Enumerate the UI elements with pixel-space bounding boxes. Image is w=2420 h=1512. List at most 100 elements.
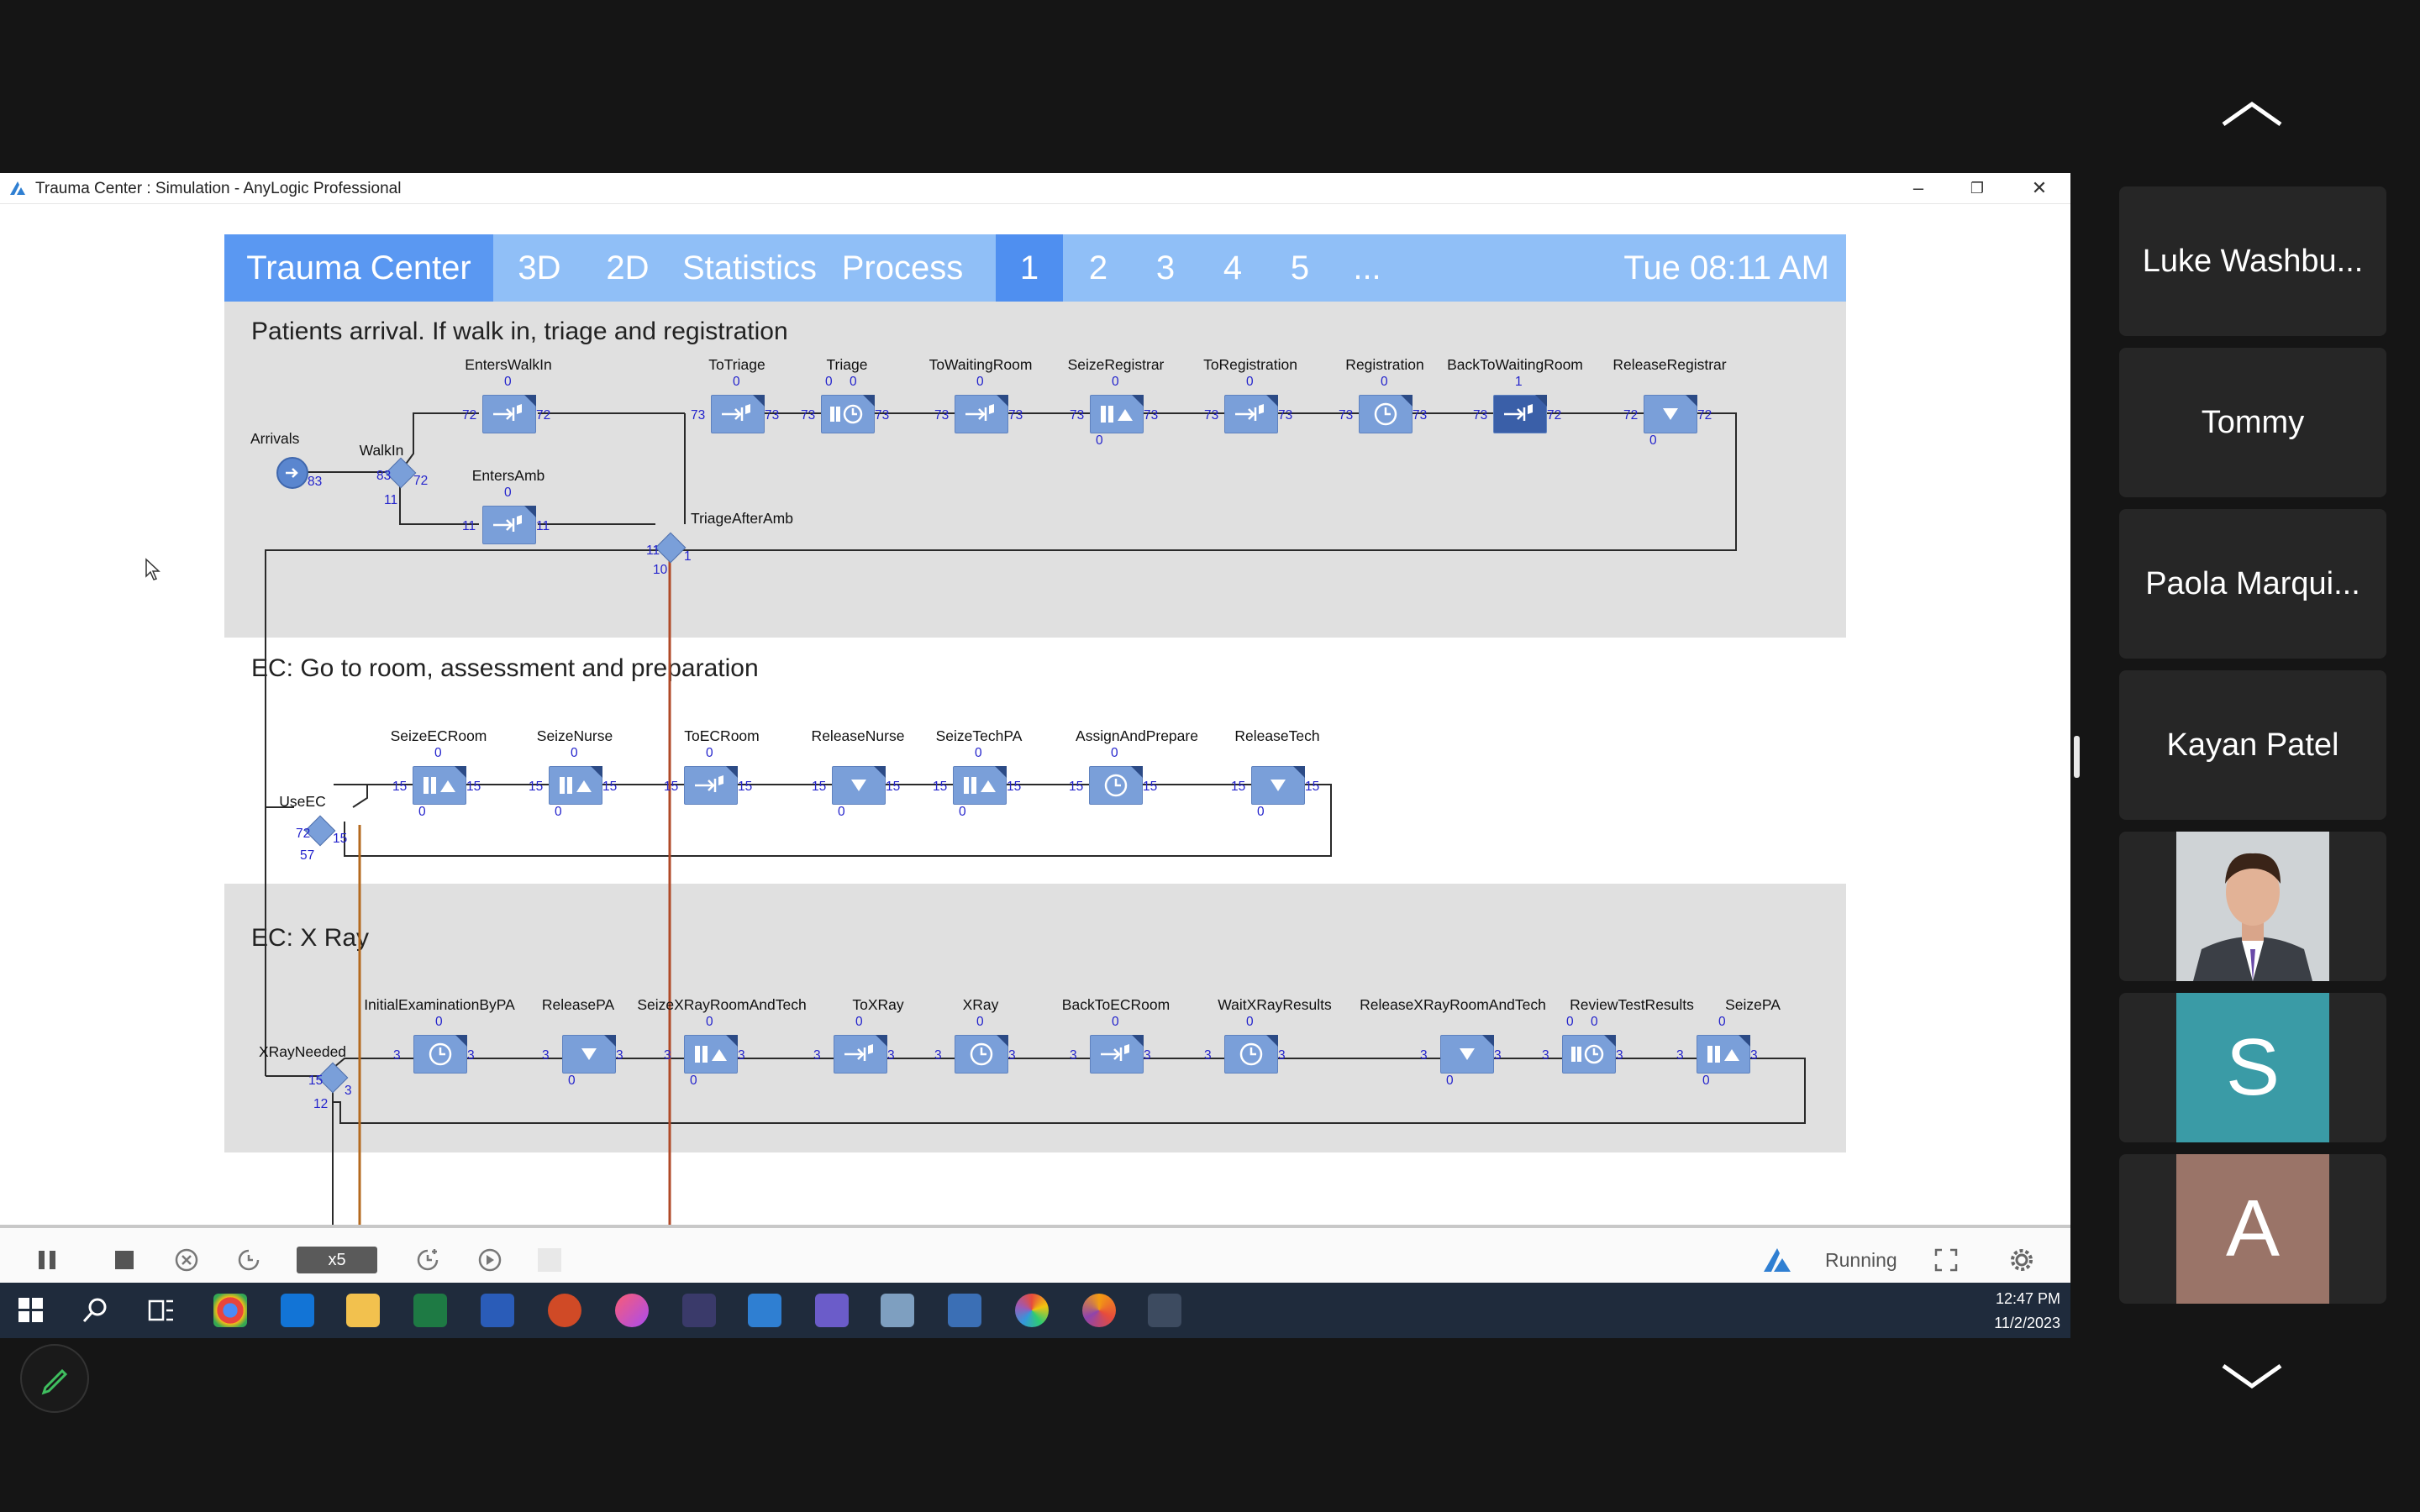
block-reviewtest[interactable] (1562, 1035, 1616, 1074)
block-label: ToXRay (852, 996, 904, 1013)
toggle-placeholder[interactable] (538, 1248, 561, 1272)
windows-start-icon[interactable] (18, 1298, 44, 1323)
block-count-in: 11 (646, 543, 660, 558)
participant-tile[interactable] (2119, 832, 2386, 981)
outlook-icon[interactable] (281, 1294, 314, 1327)
anylogic-taskbar-icon[interactable] (748, 1294, 781, 1327)
chrome-icon[interactable] (213, 1294, 247, 1327)
search-icon[interactable] (81, 1296, 109, 1325)
block-toecroom[interactable] (684, 766, 738, 805)
block-count: 0 (1096, 433, 1103, 448)
itunes-icon[interactable] (615, 1294, 649, 1327)
block-releasepa[interactable] (562, 1035, 616, 1074)
block-count-out: 72 (413, 474, 429, 488)
speed-up-icon[interactable] (414, 1247, 441, 1273)
block-arrivals[interactable] (276, 457, 308, 489)
block-seizeecroom[interactable] (413, 766, 466, 805)
block-count: 0 (733, 375, 740, 389)
block-releaseregistrar[interactable] (1644, 395, 1697, 433)
block-count-out: 3 (1144, 1048, 1151, 1063)
block-backtoecroom[interactable] (1090, 1035, 1144, 1074)
block-waitxray[interactable] (1224, 1035, 1278, 1074)
block-label: ToTriage (708, 356, 765, 373)
scroll-up-icon[interactable] (2218, 97, 2286, 131)
block-label: ToECRoom (684, 727, 760, 744)
block-releasetech[interactable] (1251, 766, 1305, 805)
block-count: 0 (959, 805, 966, 819)
selectoutput-triageafteramb[interactable] (655, 532, 687, 564)
pause-icon[interactable] (34, 1247, 60, 1273)
snipping-tool-icon[interactable] (682, 1294, 716, 1327)
block-toxray[interactable] (834, 1035, 887, 1074)
participant-tile[interactable]: A (2119, 1154, 2386, 1304)
block-count-in: 72 (462, 408, 477, 423)
block-count-in: 15 (664, 780, 679, 794)
block-assignandprepare[interactable] (1089, 766, 1143, 805)
fullscreen-icon[interactable] (1933, 1247, 1960, 1273)
block-totriage[interactable] (711, 395, 765, 433)
virtual-time-icon[interactable] (476, 1247, 503, 1273)
block-count-in: 73 (801, 408, 816, 423)
minimize-button[interactable]: – (1889, 173, 1948, 203)
block-enterswalkin[interactable] (482, 395, 536, 433)
block-seizetechpa[interactable] (953, 766, 1007, 805)
block-label: XRayNeeded (258, 1043, 347, 1060)
block-seizeregistrar[interactable] (1090, 395, 1144, 433)
block-label: SeizeNurse (536, 727, 613, 744)
block-backtowaitingroom[interactable] (1493, 395, 1547, 433)
calculator-icon[interactable] (948, 1294, 981, 1327)
simulation-controlbar: x5 Running (0, 1225, 2070, 1283)
participant-tile[interactable]: Luke Washbu... (2119, 186, 2386, 336)
participant-name: Paola Marqui... (2145, 566, 2360, 601)
simulation-canvas[interactable]: Trauma Center 3D 2D Statistics Process 1… (0, 203, 2070, 1225)
stop-icon[interactable] (111, 1247, 138, 1273)
block-count-out: 72 (536, 408, 551, 423)
block-seizepa[interactable] (1697, 1035, 1750, 1074)
run-step-icon[interactable] (235, 1247, 262, 1273)
word-icon[interactable] (481, 1294, 514, 1327)
block-releasexray[interactable] (1440, 1035, 1494, 1074)
participant-initial-avatar: A (2176, 1154, 2329, 1304)
powerpoint-icon[interactable] (548, 1294, 581, 1327)
speed-indicator[interactable]: x5 (297, 1247, 377, 1273)
block-count-out: 15 (333, 832, 348, 846)
close-button[interactable]: ✕ (2010, 173, 2069, 203)
participant-tile[interactable]: Kayan Patel (2119, 670, 2386, 820)
excel-icon[interactable] (413, 1294, 447, 1327)
participant-tile[interactable]: Paola Marqui... (2119, 509, 2386, 659)
notepad-icon[interactable] (881, 1294, 914, 1327)
block-count: 0 (706, 746, 713, 760)
task-view-icon[interactable] (148, 1298, 175, 1323)
block-count-out: 3 (1616, 1048, 1623, 1063)
participant-tile[interactable]: S (2119, 993, 2386, 1142)
block-label: ReleaseTech (1234, 727, 1320, 744)
block-seizexray[interactable] (684, 1035, 738, 1074)
block-initialexam[interactable] (413, 1035, 467, 1074)
block-count: 0 (1649, 433, 1657, 448)
block-releasenurse[interactable] (832, 766, 886, 805)
pinned-app-icon[interactable] (1082, 1294, 1116, 1327)
teams-icon[interactable] (815, 1294, 849, 1327)
block-count-out: 15 (1007, 780, 1022, 794)
participant-tile[interactable]: Tommy (2119, 348, 2386, 497)
block-label: AssignAndPrepare (1076, 727, 1198, 744)
block-registration[interactable] (1359, 395, 1413, 433)
settings-gear-icon[interactable] (2008, 1247, 2035, 1273)
annotate-button[interactable] (20, 1344, 89, 1413)
panel-resize-handle[interactable] (2074, 736, 2080, 778)
scroll-down-icon[interactable] (2218, 1359, 2286, 1393)
block-seizenurse[interactable] (549, 766, 602, 805)
slow-down-icon[interactable] (173, 1247, 200, 1273)
block-toregistration[interactable] (1224, 395, 1278, 433)
block-count: 0 (1702, 1074, 1710, 1088)
block-triage[interactable] (821, 395, 875, 433)
photos-icon[interactable] (1015, 1294, 1049, 1327)
anylogic-active-icon[interactable] (1148, 1294, 1181, 1327)
maximize-button[interactable]: ❐ (1948, 173, 2007, 203)
block-count-in: 15 (1069, 780, 1084, 794)
block-xray[interactable] (955, 1035, 1008, 1074)
block-entersamb[interactable] (482, 506, 536, 544)
block-count: 0 (825, 375, 833, 389)
file-explorer-icon[interactable] (346, 1294, 380, 1327)
block-towaitingroom[interactable] (955, 395, 1008, 433)
